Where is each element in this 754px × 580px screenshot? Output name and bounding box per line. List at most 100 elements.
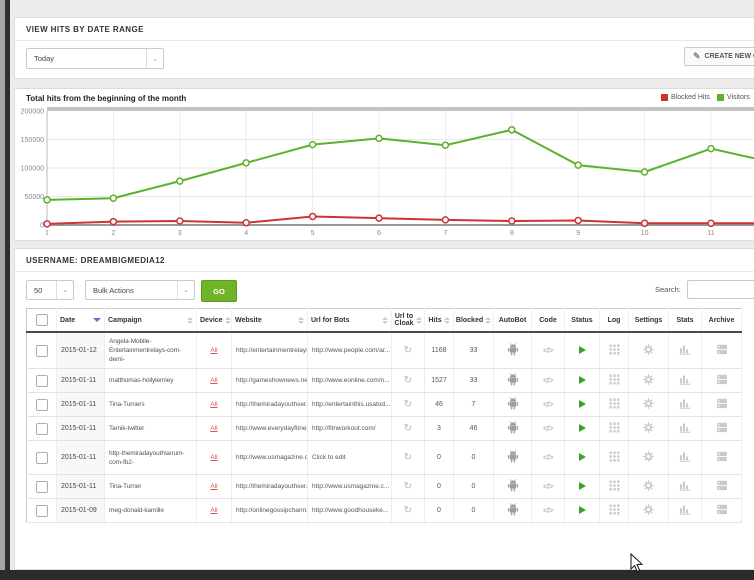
column-header-url-to-cloak[interactable]: Url to Cloak	[392, 309, 425, 333]
device-all-link[interactable]: All	[210, 347, 217, 354]
row-checkbox[interactable]	[36, 505, 48, 517]
bar-chart-icon[interactable]	[679, 510, 691, 517]
refresh-circle-icon[interactable]: ↻	[404, 375, 412, 386]
bar-chart-icon[interactable]	[679, 486, 691, 493]
play-triangle-icon[interactable]	[579, 400, 586, 408]
url-for-bots-cell[interactable]: http://www.people.com/ar...	[308, 332, 392, 369]
refresh-circle-icon[interactable]: ↻	[404, 345, 412, 356]
row-checkbox[interactable]	[36, 481, 48, 493]
url-for-bots-cell[interactable]: Click to edit	[308, 441, 392, 475]
settings-cell	[629, 393, 669, 417]
code-brackets-icon[interactable]: </>	[543, 424, 553, 433]
url-for-bots-cell[interactable]: http://www.eonline.com/n...	[308, 369, 392, 393]
search-input[interactable]	[687, 280, 754, 299]
android-robot-icon[interactable]	[507, 381, 519, 388]
code-brackets-icon[interactable]: </>	[543, 376, 553, 385]
column-header-campaign[interactable]: Campaign	[105, 309, 197, 333]
svg-text:1: 1	[45, 230, 49, 237]
archive-stack-icon[interactable]	[716, 457, 728, 464]
column-header-blocked[interactable]: Blocked	[454, 309, 494, 333]
code-brackets-icon[interactable]: </>	[543, 453, 553, 462]
play-triangle-icon[interactable]	[579, 453, 586, 461]
archive-stack-icon[interactable]	[716, 350, 728, 357]
android-robot-icon[interactable]	[507, 458, 519, 465]
log-grid-icon[interactable]	[609, 350, 620, 357]
refresh-circle-icon[interactable]: ↻	[404, 399, 412, 410]
column-header-url-for-bots[interactable]: Url for Bots	[308, 309, 392, 333]
bar-chart-icon[interactable]	[679, 404, 691, 411]
column-header-date[interactable]: Date	[57, 309, 105, 333]
refresh-circle-icon[interactable]: ↻	[404, 452, 412, 463]
row-checkbox[interactable]	[36, 345, 48, 357]
code-brackets-icon[interactable]: </>	[543, 346, 553, 355]
page-size-select[interactable]: 50 ⌄	[26, 280, 74, 300]
bar-chart-icon[interactable]	[679, 428, 691, 435]
device-all-link[interactable]: All	[210, 425, 217, 432]
archive-stack-icon[interactable]	[716, 486, 728, 493]
device-all-link[interactable]: All	[210, 401, 217, 408]
archive-stack-icon[interactable]	[716, 510, 728, 517]
android-robot-icon[interactable]	[507, 405, 519, 412]
row-checkbox[interactable]	[36, 423, 48, 435]
row-checkbox[interactable]	[36, 399, 48, 411]
refresh-circle-icon[interactable]: ↻	[404, 423, 412, 434]
stats-cell	[669, 417, 702, 441]
column-label: Url to Cloak	[394, 313, 413, 327]
url-for-bots-cell[interactable]: http://fitnworkout.com/	[308, 417, 392, 441]
device-all-link[interactable]: All	[210, 483, 217, 490]
log-grid-icon[interactable]	[609, 457, 620, 464]
android-robot-icon[interactable]	[507, 429, 519, 436]
select-all-checkbox[interactable]	[36, 314, 48, 326]
bar-chart-icon[interactable]	[679, 457, 691, 464]
gear-icon[interactable]	[643, 380, 654, 387]
bulk-actions-select[interactable]: Bulk Actions ⌄	[85, 280, 195, 300]
device-all-link[interactable]: All	[210, 507, 217, 514]
gear-icon[interactable]	[643, 486, 654, 493]
play-triangle-icon[interactable]	[579, 482, 586, 490]
play-triangle-icon[interactable]	[579, 376, 586, 384]
archive-stack-icon[interactable]	[716, 404, 728, 411]
log-grid-icon[interactable]	[609, 380, 620, 387]
campaign-cell: Tina-Turner	[105, 475, 197, 499]
archive-stack-icon[interactable]	[716, 380, 728, 387]
row-checkbox[interactable]	[36, 375, 48, 387]
bar-chart-icon[interactable]	[679, 350, 691, 357]
gear-icon[interactable]	[643, 428, 654, 435]
sort-icon	[298, 317, 304, 324]
gear-icon[interactable]	[643, 510, 654, 517]
log-grid-icon[interactable]	[609, 510, 620, 517]
create-campaign-button[interactable]: ✎ CREATE NEW CAMPAIGN	[684, 47, 754, 66]
archive-stack-icon[interactable]	[716, 428, 728, 435]
play-triangle-icon[interactable]	[579, 346, 586, 354]
android-robot-icon[interactable]	[507, 487, 519, 494]
gear-icon[interactable]	[643, 457, 654, 464]
date-range-select[interactable]: Today ⌄	[26, 48, 164, 69]
gear-icon[interactable]	[643, 404, 654, 411]
stats-cell	[669, 332, 702, 369]
go-button[interactable]: GO	[201, 280, 237, 302]
code-brackets-icon[interactable]: </>	[543, 400, 553, 409]
refresh-circle-icon[interactable]: ↻	[404, 505, 412, 516]
device-all-link[interactable]: All	[210, 454, 217, 461]
code-brackets-icon[interactable]: </>	[543, 482, 553, 491]
log-grid-icon[interactable]	[609, 428, 620, 435]
log-grid-icon[interactable]	[609, 486, 620, 493]
log-grid-icon[interactable]	[609, 404, 620, 411]
android-robot-icon[interactable]	[507, 511, 519, 518]
android-robot-icon[interactable]	[507, 351, 519, 358]
column-header-website[interactable]: Website	[232, 309, 308, 333]
code-brackets-icon[interactable]: </>	[543, 506, 553, 515]
url-for-bots-cell[interactable]: http://www.usmagazine.c...	[308, 475, 392, 499]
bar-chart-icon[interactable]	[679, 380, 691, 387]
stats-cell	[669, 499, 702, 523]
column-header-hits[interactable]: Hits	[425, 309, 454, 333]
row-checkbox[interactable]	[36, 452, 48, 464]
refresh-circle-icon[interactable]: ↻	[404, 481, 412, 492]
url-for-bots-cell[interactable]: http://entertainthis.usatod...	[308, 393, 392, 417]
play-triangle-icon[interactable]	[579, 424, 586, 432]
column-header-device[interactable]: Device	[197, 309, 232, 333]
play-triangle-icon[interactable]	[579, 506, 586, 514]
device-all-link[interactable]: All	[210, 377, 217, 384]
url-for-bots-cell[interactable]: http://www.goodhouseke...	[308, 499, 392, 523]
gear-icon[interactable]	[643, 350, 654, 357]
